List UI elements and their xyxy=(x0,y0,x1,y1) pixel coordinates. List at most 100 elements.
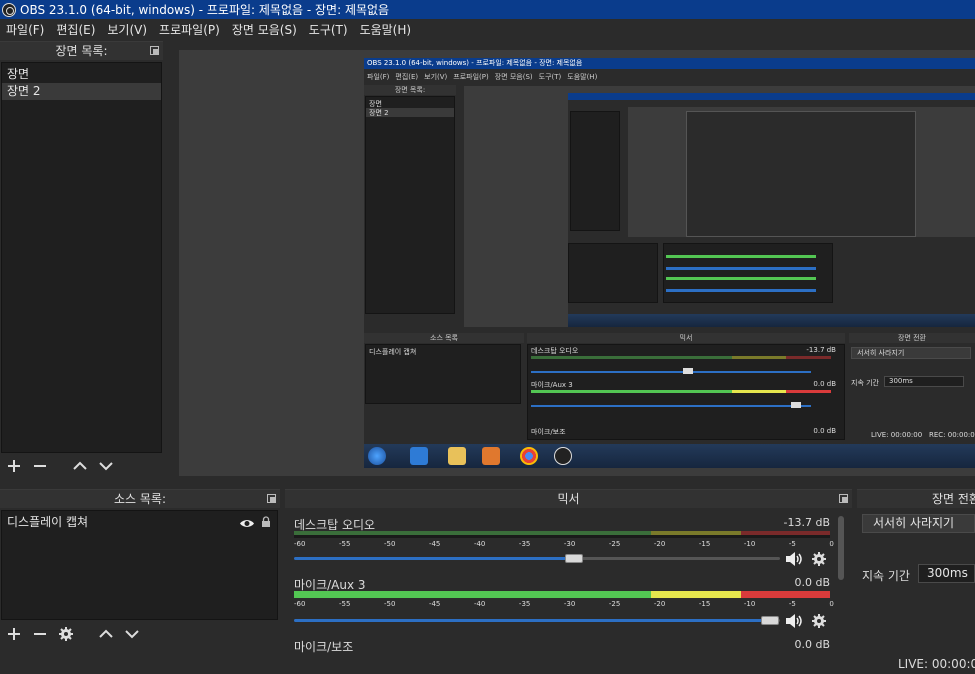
db-scale: -60 -55 -50 -45 -40 -35 -30 -25 -20 -15 -10 -5 0 xyxy=(294,540,834,548)
window-title: OBS 23.1.0 (64-bit, windows) - 프로파일: 제목없… xyxy=(20,3,390,17)
channel-level: 0.0 dB xyxy=(794,576,830,589)
gear-icon[interactable] xyxy=(811,613,827,632)
capture-titlebar: OBS 23.1.0 (64-bit, windows) - 프로파일: 제목없… xyxy=(364,58,975,69)
file-explorer-icon xyxy=(448,447,466,465)
capture-live-status: LIVE: 00:00:00 xyxy=(871,431,923,439)
capture-menu-item: 도구(T) xyxy=(538,73,562,81)
status-bar: LIVE: 00:00:00 xyxy=(0,656,975,674)
channel-name: 마이크/보조 xyxy=(294,640,354,654)
capture-menu-item: 보기(V) xyxy=(424,73,448,81)
mixer-channel: 마이크/Aux 3 0.0 dB -60 -55 -50 -45 -40 -35 -30 -2… xyxy=(285,572,834,632)
capture-menu-bar: 파일(F) 편집(E) 보기(V) 프로파일(P) 장면 모음(S) 도구(T)… xyxy=(364,69,975,85)
scenes-toolbar xyxy=(0,454,163,478)
float-dock-icon[interactable] xyxy=(150,46,159,55)
channel-level: 0.0 dB xyxy=(794,638,830,651)
scenes-dock-title: 장면 목록: xyxy=(0,41,163,60)
capture-channel-level: 0.0 dB xyxy=(813,427,836,435)
menu-help[interactable]: 도움말(H) xyxy=(354,19,418,41)
volume-slider-handle[interactable] xyxy=(565,554,583,563)
mixer-channel: 마이크/보조 0.0 dB xyxy=(285,634,830,656)
chrome-icon xyxy=(520,447,538,465)
capture-duration-label: 지속 기간 xyxy=(851,379,879,387)
mixer-scrollbar[interactable] xyxy=(838,516,844,580)
speaker-icon[interactable] xyxy=(785,551,803,570)
preview-canvas[interactable]: OBS 23.1.0 (64-bit, windows) - 프로파일: 제목없… xyxy=(179,50,975,476)
remove-scene-button[interactable] xyxy=(32,458,48,474)
capture-menu-item: 장면 모음(S) xyxy=(494,73,533,81)
capture-nested-preview xyxy=(568,93,975,327)
move-scene-up-button[interactable] xyxy=(72,458,88,474)
menu-tools[interactable]: 도구(T) xyxy=(303,19,354,41)
add-scene-button[interactable] xyxy=(6,458,22,474)
menu-edit[interactable]: 편집(E) xyxy=(50,19,101,41)
float-dock-icon[interactable] xyxy=(839,494,848,503)
capture-preview-area xyxy=(464,86,975,327)
capture-source-item: 디스플레이 캡쳐 xyxy=(369,348,417,356)
move-source-up-button[interactable] xyxy=(98,626,114,642)
mixer-channel: 데스크탑 오디오 -13.7 dB -60 -55 -50 -45 -40 -35 -30-… xyxy=(285,510,834,570)
volume-slider-fill xyxy=(294,619,773,622)
capture-mixer-title: 믹서 xyxy=(527,333,845,343)
duration-label: 지속 기간 xyxy=(862,569,910,583)
capture-channel-level: -13.7 dB xyxy=(806,346,836,354)
capture-sources-title: 소스 목록 xyxy=(364,333,524,343)
transitions-dock-label: 장면 전환 xyxy=(932,492,975,506)
scene-item-1[interactable]: 장면 xyxy=(2,66,161,83)
gear-icon[interactable] xyxy=(811,551,827,570)
float-dock-icon[interactable] xyxy=(267,494,276,503)
capture-menu-item: 도움말(H) xyxy=(567,73,598,81)
move-source-down-button[interactable] xyxy=(124,626,140,642)
volume-slider-fill xyxy=(294,557,575,560)
sources-list[interactable]: 디스플레이 캡쳐 xyxy=(1,510,278,620)
capture-taskbar xyxy=(364,444,975,468)
add-source-button[interactable] xyxy=(6,626,22,642)
capture-channel-name: 데스크탑 오디오 xyxy=(531,347,579,355)
channel-level: -13.7 dB xyxy=(783,516,831,529)
capture-scene-item: 장면 2 xyxy=(369,109,389,117)
db-scale: -60 -55 -50 -45 -40 -35 -30 -25 -20 -15 -10 -5 0 xyxy=(294,600,834,608)
source-item-label: 디스플레이 캡쳐 xyxy=(7,515,89,529)
duration-input[interactable]: 300ms xyxy=(918,564,975,583)
menu-scene-collection[interactable]: 장면 모음(S) xyxy=(226,19,303,41)
transition-select[interactable]: 서서히 사라지기 xyxy=(862,514,975,533)
menu-profile[interactable]: 프로파일(P) xyxy=(153,19,226,41)
capture-mixer: 데스크탑 오디오 -13.7 dB 마이크/Aux 3 0.0 dB 마이크/보… xyxy=(527,344,845,440)
speaker-icon[interactable] xyxy=(785,613,803,632)
scene-item-2[interactable]: 장면 2 xyxy=(2,83,161,100)
menu-view[interactable]: 보기(V) xyxy=(101,19,153,41)
remove-source-button[interactable] xyxy=(32,626,48,642)
capture-channel-name: 마이크/보조 xyxy=(531,428,566,436)
capture-channel-name: 마이크/Aux 3 xyxy=(531,381,573,389)
capture-menu-item: 프로파일(P) xyxy=(453,73,489,81)
sources-toolbar xyxy=(0,621,280,647)
eye-icon[interactable] xyxy=(239,517,255,534)
capture-menu-item: 편집(E) xyxy=(395,73,419,81)
sources-dock-title: 소스 목록: xyxy=(0,489,280,508)
live-status: LIVE: 00:00:00 xyxy=(898,657,975,671)
windows-start-icon xyxy=(368,447,386,465)
transitions-dock-title: 장면 전환 xyxy=(857,489,975,508)
gear-icon[interactable] xyxy=(58,626,74,642)
scenes-dock-label: 장면 목록: xyxy=(55,44,108,58)
obs-taskbar-icon xyxy=(554,447,572,465)
lock-icon[interactable] xyxy=(261,516,271,533)
capture-rec-status: REC: 00:00:00 xyxy=(929,431,975,439)
capture-duration-value: 300ms xyxy=(889,377,913,385)
capture-scenes-title: 장면 목록: xyxy=(364,85,456,95)
mixer-dock-title: 믹서 xyxy=(285,489,852,508)
display-capture-preview: OBS 23.1.0 (64-bit, windows) - 프로파일: 제목없… xyxy=(364,58,975,468)
capture-transition-select: 서서히 사라지기 xyxy=(857,349,905,357)
sources-dock-label: 소스 목록: xyxy=(113,492,167,506)
capture-scenes-list: 장면 장면 2 xyxy=(365,96,455,314)
internet-explorer-icon xyxy=(410,447,428,465)
capture-sources-list: 디스플레이 캡쳐 xyxy=(365,344,521,404)
capture-transitions-title: 장면 전환 xyxy=(849,333,975,343)
window-titlebar: OBS 23.1.0 (64-bit, windows) - 프로파일: 제목없… xyxy=(0,0,975,19)
scenes-list[interactable]: 장면 장면 2 xyxy=(1,62,162,453)
menu-file[interactable]: 파일(F) xyxy=(0,19,50,41)
source-item[interactable]: 디스플레이 캡쳐 xyxy=(2,514,277,531)
capture-menu-item: 파일(F) xyxy=(367,73,390,81)
audio-mixer: 데스크탑 오디오 -13.7 dB -60 -55 -50 -45 -40 -35 -30-… xyxy=(285,510,848,656)
volume-slider-handle[interactable] xyxy=(761,616,779,625)
move-scene-down-button[interactable] xyxy=(98,458,114,474)
